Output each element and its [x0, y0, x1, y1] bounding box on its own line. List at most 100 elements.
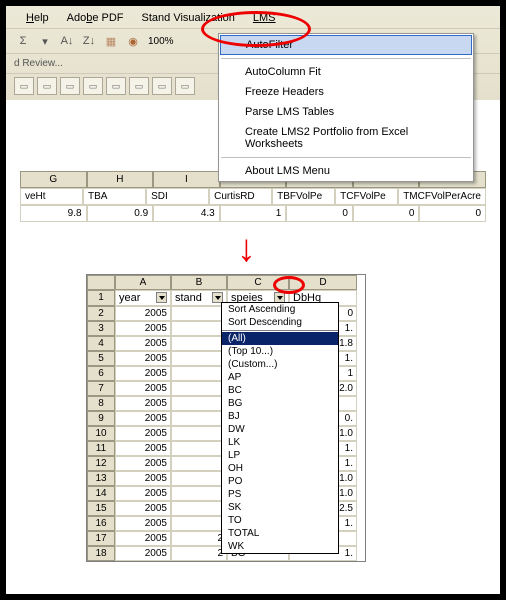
- dd-sort-desc[interactable]: Sort Descending: [222, 316, 338, 329]
- filter-dropdown-icon[interactable]: [156, 292, 167, 303]
- col-header[interactable]: G: [20, 171, 87, 188]
- data-cell[interactable]: 2005: [115, 351, 171, 366]
- dd-option[interactable]: WK: [222, 540, 338, 553]
- dd-sort-asc[interactable]: Sort Ascending: [222, 303, 338, 316]
- row-header[interactable]: 10: [87, 426, 115, 441]
- data-cell[interactable]: 2005: [115, 531, 171, 546]
- row-header[interactable]: 9: [87, 411, 115, 426]
- data-cell[interactable]: [171, 321, 227, 336]
- dd-option[interactable]: PO: [222, 475, 338, 488]
- data-cell[interactable]: 0: [353, 205, 420, 222]
- dd-option[interactable]: BJ: [222, 410, 338, 423]
- data-cell[interactable]: 2: [171, 531, 227, 546]
- data-cell[interactable]: [171, 381, 227, 396]
- data-cell[interactable]: 2005: [115, 336, 171, 351]
- fmt-btn-1[interactable]: ▭: [14, 77, 34, 95]
- zoom-value[interactable]: 100%: [148, 36, 174, 47]
- dropdown-icon[interactable]: ▾: [36, 32, 54, 50]
- header-cell[interactable]: TBA: [83, 188, 146, 205]
- data-cell[interactable]: 2: [171, 546, 227, 561]
- data-cell[interactable]: [171, 396, 227, 411]
- data-cell[interactable]: 2005: [115, 471, 171, 486]
- data-cell[interactable]: [171, 441, 227, 456]
- dd-option[interactable]: LK: [222, 436, 338, 449]
- lms-about[interactable]: About LMS Menu: [219, 161, 473, 181]
- row-header[interactable]: 4: [87, 336, 115, 351]
- dd-option[interactable]: BC: [222, 384, 338, 397]
- data-cell[interactable]: 0: [286, 205, 353, 222]
- row-header[interactable]: 17: [87, 531, 115, 546]
- menu-help[interactable]: Help: [26, 12, 49, 24]
- data-cell[interactable]: [171, 351, 227, 366]
- row-header[interactable]: 13: [87, 471, 115, 486]
- data-cell[interactable]: [171, 486, 227, 501]
- data-cell[interactable]: 2005: [115, 426, 171, 441]
- col-header[interactable]: A: [115, 275, 171, 290]
- data-cell[interactable]: 2005: [115, 366, 171, 381]
- data-cell[interactable]: [171, 336, 227, 351]
- row-header[interactable]: 11: [87, 441, 115, 456]
- tool-icon[interactable]: ◉: [124, 32, 142, 50]
- fmt-btn-8[interactable]: ▭: [175, 77, 195, 95]
- dd-option[interactable]: DW: [222, 423, 338, 436]
- data-cell[interactable]: 0: [419, 205, 486, 222]
- fmt-btn-3[interactable]: ▭: [60, 77, 80, 95]
- data-cell[interactable]: 0.9: [87, 205, 154, 222]
- dd-option[interactable]: LP: [222, 449, 338, 462]
- menu-adobe-pdf[interactable]: Adobe PDF: [67, 12, 124, 24]
- dd-option[interactable]: OH: [222, 462, 338, 475]
- filter-cell[interactable]: year: [115, 290, 171, 306]
- data-cell[interactable]: [171, 501, 227, 516]
- data-cell[interactable]: [171, 306, 227, 321]
- dd-option[interactable]: AP: [222, 371, 338, 384]
- row-header[interactable]: 18: [87, 546, 115, 561]
- col-header[interactable]: B: [171, 275, 227, 290]
- data-cell[interactable]: 2005: [115, 441, 171, 456]
- dd-top10[interactable]: (Top 10...): [222, 345, 338, 358]
- data-cell[interactable]: [171, 471, 227, 486]
- data-cell[interactable]: 2005: [115, 486, 171, 501]
- data-cell[interactable]: 2005: [115, 396, 171, 411]
- header-cell[interactable]: SDI: [146, 188, 209, 205]
- data-cell[interactable]: 2005: [115, 381, 171, 396]
- fmt-btn-5[interactable]: ▭: [106, 77, 126, 95]
- fmt-btn-2[interactable]: ▭: [37, 77, 57, 95]
- dd-option[interactable]: BG: [222, 397, 338, 410]
- lms-freeze-headers[interactable]: Freeze Headers: [219, 82, 473, 102]
- data-cell[interactable]: 4.3: [153, 205, 220, 222]
- dd-custom[interactable]: (Custom...): [222, 358, 338, 371]
- fmt-btn-4[interactable]: ▭: [83, 77, 103, 95]
- lms-parse-tables[interactable]: Parse LMS Tables: [219, 102, 473, 122]
- dd-all[interactable]: (All): [222, 332, 338, 345]
- sigma-icon[interactable]: Σ: [14, 32, 32, 50]
- data-cell[interactable]: [171, 516, 227, 531]
- fmt-btn-7[interactable]: ▭: [152, 77, 172, 95]
- data-cell[interactable]: 1: [220, 205, 287, 222]
- dd-option[interactable]: SK: [222, 501, 338, 514]
- data-cell[interactable]: [171, 456, 227, 471]
- col-header[interactable]: I: [153, 171, 220, 188]
- data-cell[interactable]: 2005: [115, 306, 171, 321]
- header-cell[interactable]: TBFVolPe: [272, 188, 335, 205]
- data-cell[interactable]: 2005: [115, 411, 171, 426]
- row-header[interactable]: 15: [87, 501, 115, 516]
- data-cell[interactable]: [171, 426, 227, 441]
- row-header[interactable]: 3: [87, 321, 115, 336]
- data-cell[interactable]: 2005: [115, 501, 171, 516]
- sort-asc-icon[interactable]: A↓: [58, 32, 76, 50]
- data-cell[interactable]: [171, 411, 227, 426]
- header-cell[interactable]: veHt: [20, 188, 83, 205]
- row-header[interactable]: 12: [87, 456, 115, 471]
- data-cell[interactable]: 2005: [115, 516, 171, 531]
- header-cell[interactable]: TMCFVolPerAcre: [398, 188, 486, 205]
- fmt-btn-6[interactable]: ▭: [129, 77, 149, 95]
- data-cell[interactable]: 2005: [115, 456, 171, 471]
- dd-option[interactable]: TOTAL: [222, 527, 338, 540]
- row-header[interactable]: 7: [87, 381, 115, 396]
- lms-autocolumn[interactable]: AutoColumn Fit: [219, 62, 473, 82]
- data-cell[interactable]: [171, 366, 227, 381]
- data-cell[interactable]: 2005: [115, 321, 171, 336]
- row-header[interactable]: 1: [87, 290, 115, 306]
- dd-option[interactable]: TO: [222, 514, 338, 527]
- dd-option[interactable]: PS: [222, 488, 338, 501]
